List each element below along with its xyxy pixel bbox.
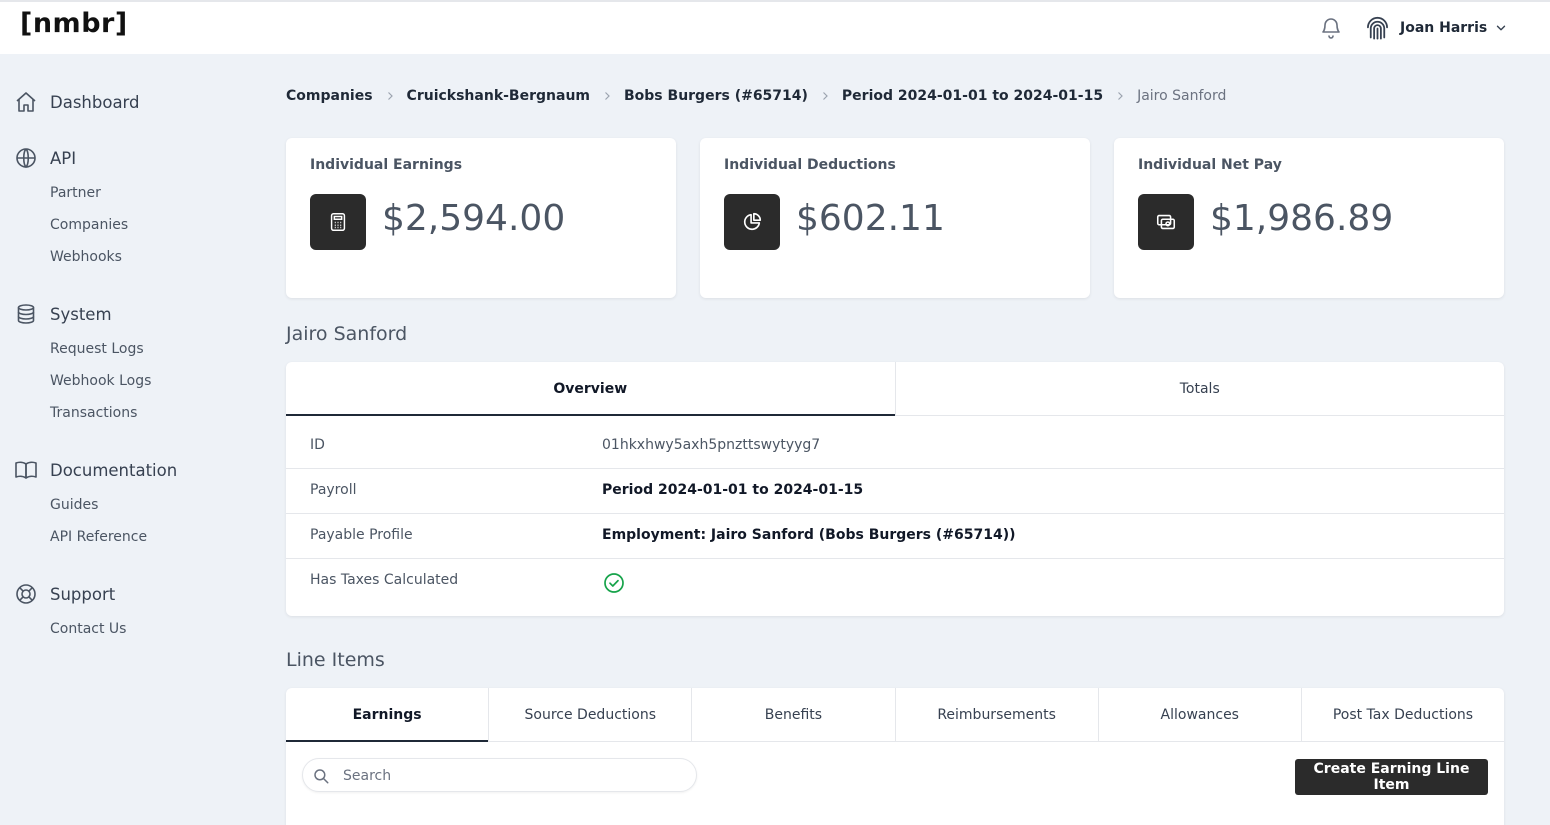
- sidebar-item-label: API: [50, 148, 77, 168]
- chevron-right-icon: [387, 92, 393, 100]
- breadcrumb-company[interactable]: Cruickshank-Bergnaum: [407, 88, 590, 104]
- line-item-tabs: Earnings Source Deductions Benefits Reim…: [286, 688, 1504, 742]
- pie-chart-icon: [743, 212, 762, 231]
- detail-label: Payable Profile: [310, 527, 413, 543]
- stat-icon-box: [724, 194, 780, 250]
- fingerprint-icon: [1367, 16, 1388, 40]
- cash-icon: [1156, 214, 1176, 230]
- person-details-panel: Overview Totals ID 01hkxhwy5axh5pnzttswy…: [286, 362, 1504, 616]
- top-bar: [nmbr] Joan Harris: [0, 0, 1550, 54]
- detail-label: Payroll: [310, 482, 357, 498]
- detail-value-link[interactable]: Period 2024-01-01 to 2024-01-15: [602, 482, 863, 498]
- stat-title: Individual Deductions: [724, 157, 896, 173]
- detail-value-link[interactable]: Employment: Jairo Sanford (Bobs Burgers …: [602, 527, 1016, 543]
- user-menu[interactable]: Joan Harris: [1364, 14, 1508, 42]
- chevron-down-icon: [1497, 25, 1506, 31]
- user-name: Joan Harris: [1400, 20, 1488, 36]
- book-icon: [15, 461, 37, 479]
- line-items-heading: Line Items: [286, 649, 385, 671]
- stat-icon-box: [310, 194, 366, 250]
- sidebar-item-label: Documentation: [50, 460, 178, 480]
- database-icon: [17, 304, 35, 324]
- breadcrumb-payroll-period[interactable]: Period 2024-01-01 to 2024-01-15: [842, 88, 1103, 104]
- stat-value: $602.11: [796, 198, 945, 239]
- breadcrumb-current: Jairo Sanford: [1137, 88, 1227, 104]
- tab-post-tax-deductions[interactable]: Post Tax Deductions: [1302, 688, 1504, 741]
- breadcrumb-companies[interactable]: Companies: [286, 88, 373, 104]
- sidebar-item-api[interactable]: API: [14, 146, 76, 170]
- sidebar-item-partner[interactable]: Partner: [50, 185, 101, 201]
- sidebar-item-label: Dashboard: [50, 92, 140, 112]
- breadcrumb-business[interactable]: Bobs Burgers (#65714): [624, 88, 808, 104]
- stat-card-net-pay: Individual Net Pay $1,986.89: [1114, 138, 1504, 298]
- search-icon: [314, 769, 329, 784]
- calculator-icon: [330, 213, 346, 231]
- stat-value: $2,594.00: [382, 198, 566, 239]
- detail-row-has-taxes: Has Taxes Calculated: [286, 559, 1504, 604]
- person-name-heading: Jairo Sanford: [286, 323, 408, 345]
- detail-label: ID: [310, 437, 325, 453]
- chevron-right-icon: [1118, 92, 1123, 100]
- stat-card-earnings: Individual Earnings $2,594.00: [286, 138, 676, 298]
- tab-overview[interactable]: Overview: [286, 362, 896, 416]
- sidebar-item-webhooks[interactable]: Webhooks: [50, 249, 122, 265]
- detail-value: 01hkxhwy5axh5pnzttswytyyg7: [602, 437, 821, 453]
- stat-icon-box: [1138, 194, 1194, 250]
- stat-value: $1,986.89: [1210, 198, 1394, 239]
- breadcrumb: Companies Cruickshank-Bergnaum Bobs Burg…: [286, 86, 1226, 106]
- home-icon: [16, 92, 36, 112]
- sidebar-item-webhook-logs[interactable]: Webhook Logs: [50, 373, 151, 389]
- logo[interactable]: [nmbr]: [20, 8, 128, 39]
- line-items-panel: Earnings Source Deductions Benefits Reim…: [286, 688, 1504, 825]
- tab-totals[interactable]: Totals: [896, 362, 1505, 415]
- sidebar-item-support[interactable]: Support: [14, 582, 115, 606]
- sidebar-item-contact-us[interactable]: Contact Us: [50, 621, 126, 637]
- sidebar-item-request-logs[interactable]: Request Logs: [50, 341, 144, 357]
- lifebuoy-icon: [16, 584, 36, 604]
- detail-row-payroll: Payroll Period 2024-01-01 to 2024-01-15: [286, 469, 1504, 514]
- create-earning-line-item-button[interactable]: Create Earning Line Item: [1295, 759, 1488, 795]
- sidebar-item-companies[interactable]: Companies: [50, 217, 128, 233]
- tab-allowances[interactable]: Allowances: [1099, 688, 1302, 741]
- search-input[interactable]: [343, 765, 683, 787]
- check-circle-icon: [604, 573, 624, 593]
- sidebar-item-dashboard[interactable]: Dashboard: [14, 90, 140, 114]
- tab-reimbursements[interactable]: Reimbursements: [896, 688, 1099, 741]
- chevron-right-icon: [605, 92, 610, 100]
- sidebar-item-transactions[interactable]: Transactions: [50, 405, 137, 421]
- detail-row-id: ID 01hkxhwy5axh5pnzttswytyyg7: [286, 424, 1504, 469]
- stat-card-deductions: Individual Deductions $602.11: [700, 138, 1090, 298]
- detail-label: Has Taxes Calculated: [310, 572, 459, 588]
- chevron-right-icon: [822, 92, 828, 100]
- sidebar-item-guides[interactable]: Guides: [50, 497, 98, 513]
- sidebar-item-label: Support: [50, 584, 116, 604]
- detail-row-payable-profile: Payable Profile Employment: Jairo Sanfor…: [286, 514, 1504, 559]
- sidebar-item-label: System: [50, 304, 112, 324]
- stat-title: Individual Earnings: [310, 157, 463, 173]
- person-tabs: Overview Totals: [286, 362, 1504, 416]
- stat-title: Individual Net Pay: [1138, 157, 1282, 173]
- search-box: [302, 758, 697, 792]
- tab-earnings[interactable]: Earnings: [286, 688, 490, 742]
- sidebar: Dashboard API Partner Companies Webhooks…: [0, 54, 250, 825]
- tab-source-deductions[interactable]: Source Deductions: [489, 688, 693, 741]
- globe-icon: [16, 148, 36, 169]
- tab-benefits[interactable]: Benefits: [692, 688, 896, 741]
- sidebar-item-system[interactable]: System: [14, 302, 112, 326]
- sidebar-item-documentation[interactable]: Documentation: [14, 458, 177, 482]
- bell-icon[interactable]: [1319, 16, 1343, 40]
- sidebar-item-api-reference[interactable]: API Reference: [50, 529, 147, 545]
